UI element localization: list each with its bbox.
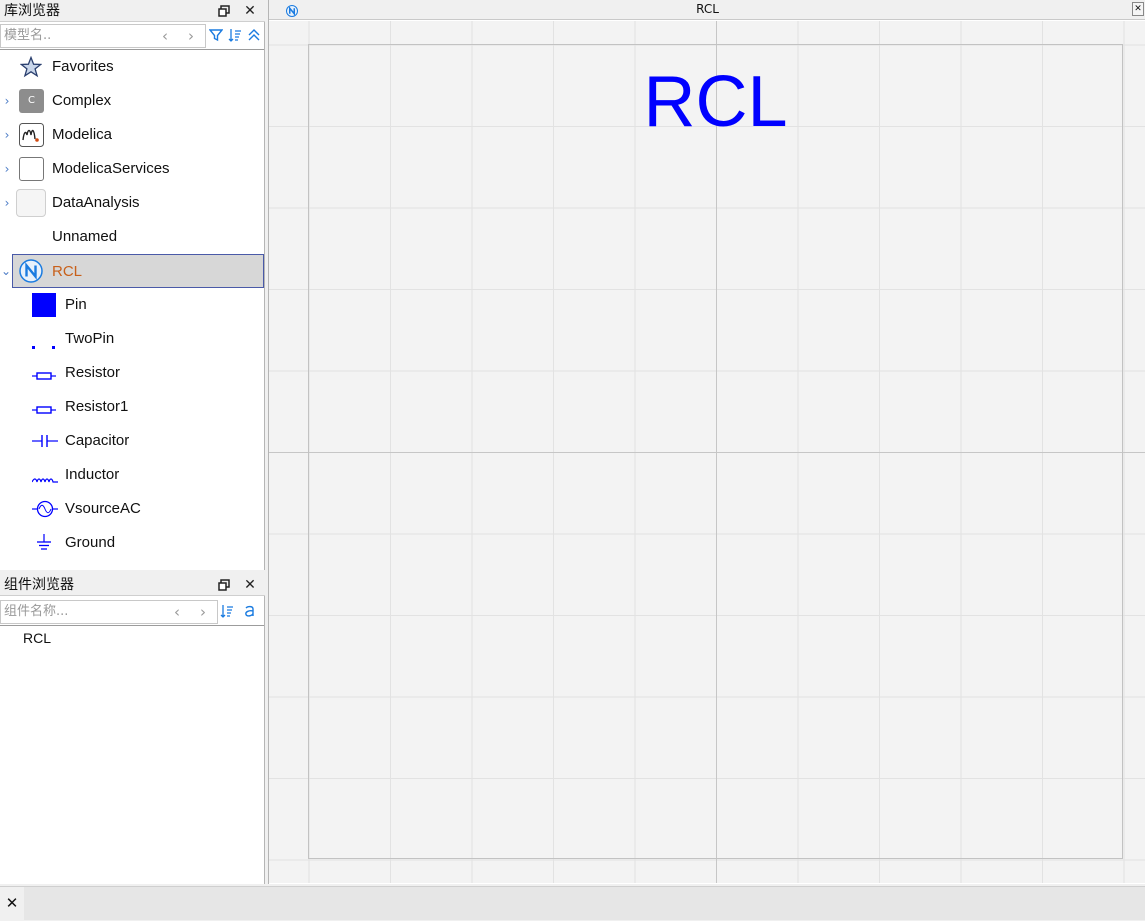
collapse-chevron-icon[interactable]: ⌄ <box>0 254 12 288</box>
float-panel-icon[interactable] <box>214 0 234 22</box>
close-icon[interactable]: ✕ <box>0 887 24 921</box>
tree-item-label: DataAnalysis <box>52 194 140 211</box>
tree-item-pin[interactable]: Pin <box>0 288 264 322</box>
diagram-tab-title: RCL <box>696 2 719 16</box>
sort-icon[interactable] <box>218 600 236 622</box>
component-browser-title: 组件浏览器 <box>4 577 74 593</box>
tree-item-dataanalysis[interactable]: › DataAnalysis <box>0 186 264 220</box>
collapse-all-icon[interactable] <box>245 24 263 46</box>
tree-item-favorites[interactable]: Favorites <box>0 50 264 84</box>
search-next-icon[interactable]: › <box>195 601 211 623</box>
tree-item-label: VsourceAC <box>65 500 141 517</box>
resistor-icon <box>32 401 56 420</box>
component-tree: RCL <box>0 625 264 883</box>
bottom-status-bar: ✕ <box>0 886 1145 921</box>
search-prev-icon[interactable]: ‹ <box>157 25 173 47</box>
star-icon <box>19 55 43 82</box>
component-browser-panel: 组件浏览器 ✕ 组件名称... ‹ › RCL <box>0 574 265 884</box>
component-search-placeholder: 组件名称... <box>4 604 69 619</box>
resistor-icon <box>32 367 56 386</box>
tree-item-capacitor[interactable]: Capacitor <box>0 424 264 458</box>
tree-item-twopin[interactable]: TwoPin <box>0 322 264 356</box>
complex-icon: C <box>19 89 44 113</box>
tree-item-complex[interactable]: › C Complex <box>0 84 264 118</box>
close-tab-icon[interactable]: ✕ <box>1132 2 1144 16</box>
match-case-icon[interactable] <box>241 600 259 622</box>
modelica-icon <box>19 123 44 151</box>
tree-item-label: Modelica <box>52 126 113 143</box>
close-panel-icon[interactable]: ✕ <box>240 574 260 596</box>
tree-item-label: Inductor <box>65 466 120 483</box>
expand-chevron-icon[interactable]: › <box>1 84 13 118</box>
tree-item-inductor[interactable]: Inductor <box>0 458 264 492</box>
twopin-icon <box>32 336 56 355</box>
tree-item-label: Complex <box>52 92 112 109</box>
capacitor-icon <box>32 433 58 453</box>
library-browser-panel: 库浏览器 ✕ 模型名.. ‹ › Favorites › C Complex ›… <box>0 0 265 570</box>
vsource-ac-icon <box>32 499 58 523</box>
component-item-rcl[interactable]: RCL <box>23 628 51 648</box>
float-panel-icon[interactable] <box>214 574 234 596</box>
tree-item-label: Unnamed <box>52 228 118 245</box>
package-icon <box>19 157 44 181</box>
component-search-input[interactable]: 组件名称... ‹ › <box>0 600 218 624</box>
tree-item-label: Capacitor <box>65 432 130 449</box>
model-search-input[interactable]: 模型名.. ‹ › <box>0 24 206 48</box>
pin-icon <box>32 293 56 317</box>
tree-item-label: Resistor <box>65 364 121 381</box>
library-browser-title: 库浏览器 <box>4 3 60 19</box>
diagram-canvas-background[interactable]: RCL <box>269 21 1145 883</box>
tree-item-label: TwoPin <box>65 330 115 347</box>
tree-item-label: Resistor1 <box>65 398 129 415</box>
tree-item-ground[interactable]: Ground <box>0 526 264 560</box>
tree-item-resistor1[interactable]: Resistor1 <box>0 390 264 424</box>
expand-chevron-icon[interactable]: › <box>1 186 13 220</box>
sort-icon[interactable] <box>226 24 244 46</box>
diagram-view: RCL ✕ RCL <box>268 0 1145 884</box>
search-prev-icon[interactable]: ‹ <box>169 601 185 623</box>
tree-item-unnamed[interactable]: Unnamed <box>0 220 264 254</box>
close-panel-icon[interactable]: ✕ <box>240 0 260 22</box>
diagram-tab-bar: RCL ✕ <box>269 0 1145 20</box>
model-search-placeholder: 模型名.. <box>4 28 52 43</box>
search-next-icon[interactable]: › <box>183 25 199 47</box>
diagram-extent-box <box>308 44 1123 859</box>
tree-item-label: Pin <box>65 296 87 313</box>
tree-item-modelicaservices[interactable]: › ModelicaServices <box>0 152 264 186</box>
filter-icon[interactable] <box>207 24 225 46</box>
n-package-icon <box>19 259 43 287</box>
library-tree: Favorites › C Complex › Modelica › Model… <box>0 49 264 569</box>
diagram-title-text: RCL <box>643 62 788 142</box>
ground-icon <box>35 533 53 557</box>
tree-item-label: ModelicaServices <box>52 160 170 177</box>
expand-chevron-icon[interactable]: › <box>1 152 13 186</box>
expand-chevron-icon[interactable]: › <box>1 118 13 152</box>
tree-item-vsourceac[interactable]: VsourceAC <box>0 492 264 526</box>
inductor-icon <box>31 470 58 489</box>
tree-item-label: Ground <box>65 534 116 551</box>
tree-item-label: RCL <box>52 263 83 280</box>
tree-item-rcl[interactable]: RCL <box>12 254 264 288</box>
package-icon <box>16 189 46 217</box>
tree-item-modelica[interactable]: › Modelica <box>0 118 264 152</box>
tree-item-resistor[interactable]: Resistor <box>0 356 264 390</box>
tree-item-label: Favorites <box>52 58 114 75</box>
